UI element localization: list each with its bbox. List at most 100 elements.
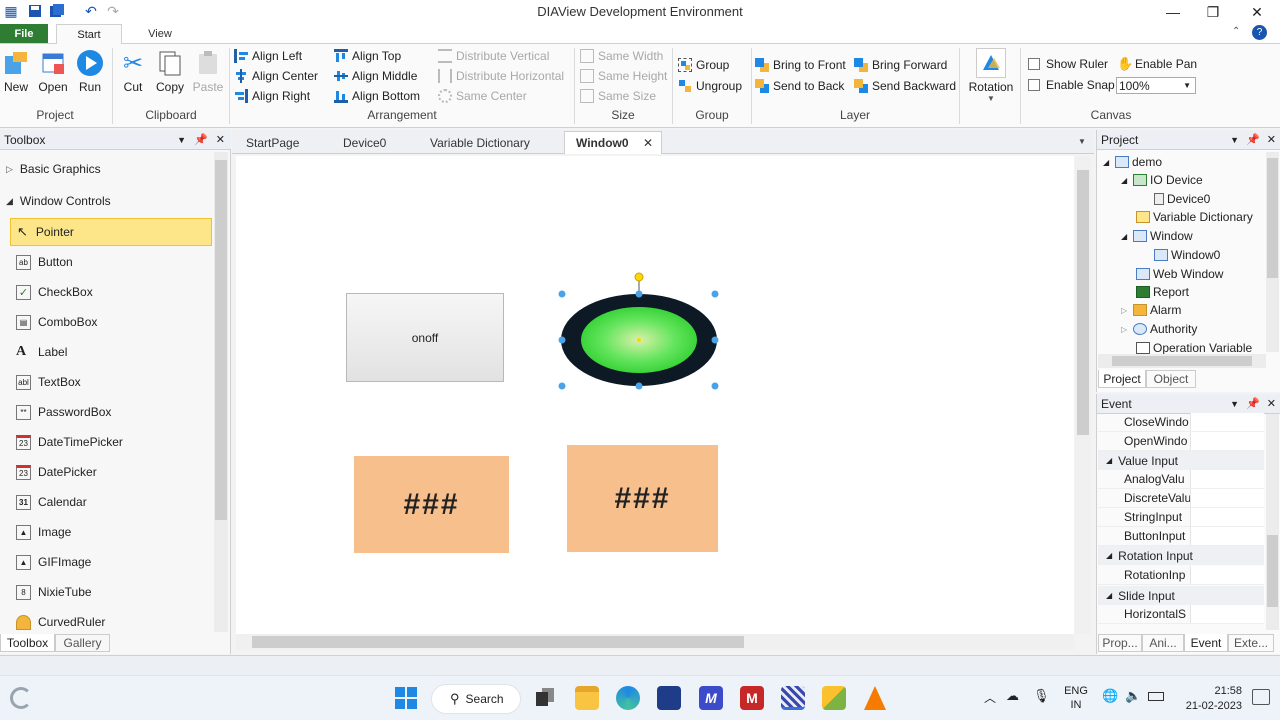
tab-toolbox[interactable]: Toolbox — [0, 634, 55, 652]
event-category[interactable]: ◢ Slide Input — [1098, 586, 1264, 605]
event-category[interactable]: ◢ Value Input — [1098, 451, 1264, 470]
align-left-button[interactable]: Align Left — [234, 46, 302, 66]
toolbox-item-textbox[interactable]: abl TextBox — [10, 368, 212, 396]
toolbox-item-passwordbox[interactable]: ** PasswordBox — [10, 398, 212, 426]
mcafee-icon[interactable]: M — [740, 686, 764, 710]
copy-button[interactable]: Copy — [150, 48, 190, 94]
close-icon[interactable]: ✕ — [216, 133, 225, 146]
tab-variable-dictionary[interactable]: Variable Dictionary — [430, 131, 530, 154]
edge-browser-icon[interactable] — [616, 686, 640, 710]
canvas-value-display-2[interactable]: ### — [567, 445, 718, 552]
toolbox-item-datepicker[interactable]: 23 DatePicker — [10, 458, 212, 486]
ungroup-button[interactable]: Ungroup — [678, 76, 742, 96]
event-row[interactable]: OpenWindo — [1098, 432, 1264, 451]
toolbox-item-combobox[interactable]: ▤ ComboBox — [10, 308, 212, 336]
tree-item-report[interactable]: Report — [1136, 283, 1189, 301]
pin-icon[interactable]: 📌 — [1246, 397, 1260, 410]
chevron-down-icon[interactable]: ▼ — [1230, 399, 1239, 409]
event-vscroll-thumb[interactable] — [1267, 535, 1278, 607]
distribute-horizontal-button[interactable]: Distribute Horizontal — [438, 66, 564, 86]
bring-to-front-button[interactable]: Bring to Front — [755, 55, 846, 75]
task-view-icon[interactable] — [532, 686, 556, 710]
align-top-button[interactable]: Align Top — [334, 46, 401, 66]
cut-button[interactable]: ✂ Cut — [113, 48, 153, 95]
globe-network-icon[interactable]: 🌐 — [1102, 688, 1118, 704]
help-icon[interactable]: ? — [1252, 25, 1267, 40]
align-center-button[interactable]: Align Center — [234, 66, 318, 86]
tree-item-window0[interactable]: Window0 — [1154, 246, 1220, 264]
event-value[interactable] — [1190, 413, 1264, 431]
toolbox-item-datetimepicker[interactable]: 23 DateTimePicker — [10, 428, 212, 456]
project-vscroll-thumb[interactable] — [1267, 158, 1278, 278]
canvas-value-display-1[interactable]: ### — [354, 456, 509, 553]
tab-event[interactable]: Event — [1184, 634, 1228, 652]
tab-gallery[interactable]: Gallery — [55, 634, 110, 652]
category-window-controls[interactable]: ◢ Window Controls — [6, 194, 111, 208]
category-basic-graphics[interactable]: ▷ Basic Graphics — [6, 162, 101, 176]
event-value[interactable] — [1190, 489, 1264, 507]
tree-item-demo[interactable]: ◢ demo — [1103, 153, 1162, 171]
canvas-vscroll-thumb[interactable] — [1077, 170, 1089, 435]
tab-view[interactable]: View — [130, 24, 190, 43]
tab-device0[interactable]: Device0 — [343, 131, 386, 154]
tab-extension[interactable]: Exte... — [1228, 634, 1274, 652]
tree-item-io-device[interactable]: ◢ IO Device — [1121, 171, 1203, 189]
cloud-offline-icon[interactable]: ☁ — [1006, 688, 1019, 704]
diaview-app-icon[interactable] — [781, 686, 805, 710]
same-width-button[interactable]: Same Width — [580, 46, 663, 66]
align-middle-button[interactable]: Align Middle — [334, 66, 417, 86]
toolbox-item-image[interactable]: ▲ Image — [10, 518, 212, 546]
file-explorer-icon[interactable] — [575, 686, 599, 710]
tab-window0[interactable]: Window0 ✕ — [564, 131, 662, 154]
tree-item-web-window[interactable]: Web Window — [1136, 265, 1223, 283]
project-hscroll-thumb[interactable] — [1112, 356, 1252, 366]
rotation-button[interactable]: Rotation ▼ — [966, 48, 1016, 103]
chevron-down-icon[interactable]: ▼ — [177, 135, 186, 145]
run-button[interactable]: Run — [70, 48, 110, 94]
enable-pan-button[interactable]: ✋ Enable Pan — [1117, 54, 1197, 74]
widgets-icon[interactable] — [10, 687, 32, 709]
event-value[interactable] — [1190, 605, 1264, 623]
package-icon[interactable] — [822, 686, 846, 710]
same-height-button[interactable]: Same Height — [580, 66, 667, 86]
event-value[interactable] — [1190, 508, 1264, 526]
taskbar-search-box[interactable]: ⚲ Search — [431, 684, 521, 714]
windows-start-icon[interactable] — [394, 686, 418, 710]
tree-item-window[interactable]: ◢ Window — [1121, 227, 1193, 245]
zoom-combobox[interactable]: 100% ▼ — [1116, 77, 1196, 94]
toolbox-item-button[interactable]: ab Button — [10, 248, 212, 276]
chevron-down-icon[interactable]: ▼ — [1230, 135, 1239, 145]
maximize-button[interactable]: ❐ — [1190, 0, 1236, 24]
tree-item-alarm[interactable]: ▷ Alarm — [1121, 301, 1181, 319]
event-value[interactable] — [1190, 470, 1264, 488]
notification-icon[interactable] — [1252, 689, 1270, 705]
app-m-icon[interactable]: M — [699, 686, 723, 710]
canvas-indicator-lamp[interactable] — [555, 270, 725, 394]
show-ruler-checkbox[interactable]: Show Ruler — [1028, 54, 1108, 74]
toolbox-item-nixietube[interactable]: 8 NixieTube — [10, 578, 212, 606]
toolbox-item-gifimage[interactable]: ▲ GIFImage — [10, 548, 212, 576]
same-size-button[interactable]: Same Size — [580, 86, 656, 106]
tree-item-operation-variable[interactable]: Operation Variable — [1136, 339, 1264, 354]
chevron-up-icon[interactable]: ︿ — [984, 689, 996, 706]
language-indicator[interactable]: ENG IN — [1058, 684, 1094, 712]
event-row[interactable]: StringInput — [1098, 508, 1264, 527]
pin-icon[interactable]: 📌 — [1246, 133, 1260, 146]
close-icon[interactable]: ✕ — [1267, 397, 1276, 410]
rotate-handle[interactable] — [634, 272, 644, 282]
canvas-hscroll-thumb[interactable] — [252, 636, 744, 648]
store-icon[interactable] — [657, 686, 681, 710]
toolbox-scroll-thumb[interactable] — [215, 160, 227, 520]
align-bottom-button[interactable]: Align Bottom — [334, 86, 420, 106]
toolbox-item-pointer[interactable]: ↖ Pointer — [10, 218, 212, 246]
volume-icon[interactable]: 🔈 — [1125, 688, 1141, 704]
close-icon[interactable]: ✕ — [643, 136, 653, 150]
event-row[interactable]: HorizontalS — [1098, 605, 1264, 624]
bring-forward-button[interactable]: Bring Forward — [854, 55, 947, 75]
close-icon[interactable]: ✕ — [1267, 133, 1276, 146]
event-value[interactable] — [1190, 566, 1264, 584]
event-value[interactable] — [1190, 432, 1264, 450]
send-backward-button[interactable]: Send Backward — [854, 76, 956, 96]
tab-animation[interactable]: Ani... — [1142, 634, 1184, 652]
new-button[interactable]: New — [0, 48, 36, 94]
